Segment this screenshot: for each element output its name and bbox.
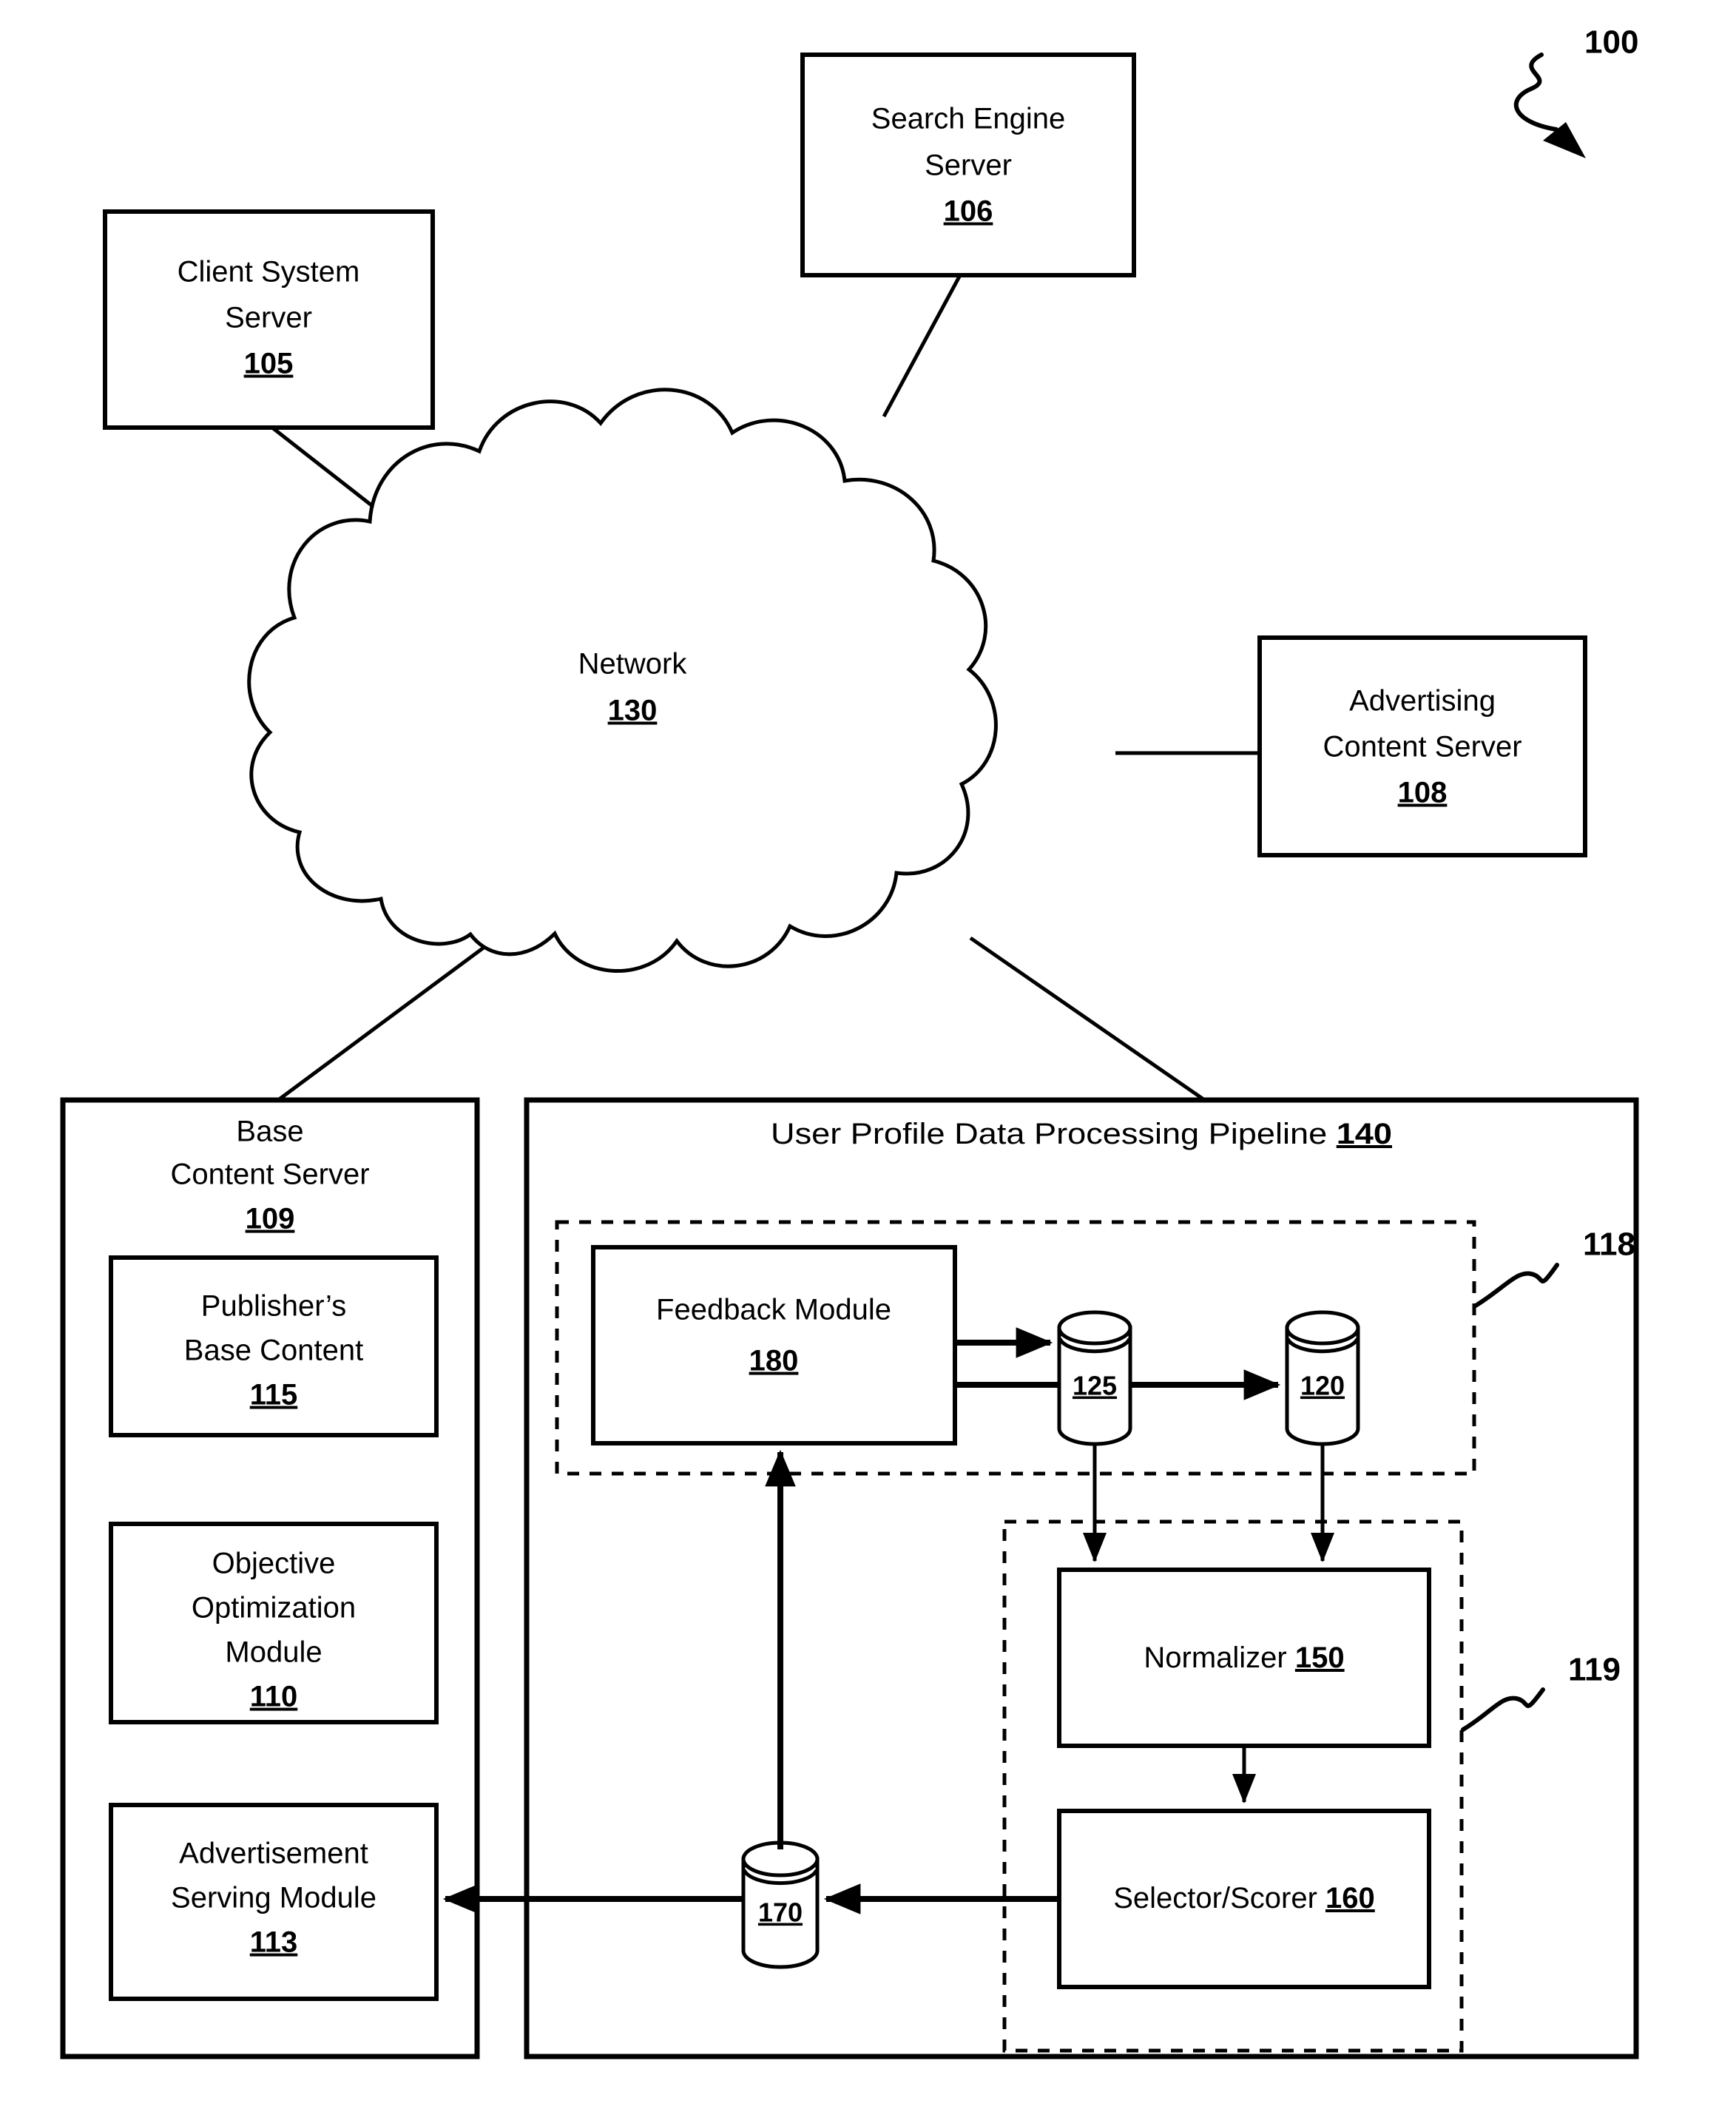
data-store-170-ref: 170 [758,1897,803,1928]
objective-optimization-module-line3: Module [225,1636,322,1669]
advertising-content-server-line1: Advertising [1349,685,1496,718]
figure-canvas: 100 Network 130 Client System Server 105… [0,0,1736,2112]
search-engine-server-line1: Search Engine [871,103,1065,135]
pipeline-ref: 140 [1337,1118,1392,1150]
base-content-server-panel[interactable]: Base Content Server 109 Publisher’s Base… [60,1097,480,2059]
advertising-content-server-box[interactable]: Advertising Content Server 108 [1257,635,1587,857]
data-store-125[interactable]: 125 [1057,1310,1132,1446]
normalizer-box[interactable]: Normalizer 150 [1057,1568,1431,1748]
data-store-120[interactable]: 120 [1285,1310,1360,1446]
figure-number: 100 [1584,24,1638,61]
group-119-ref: 119 [1568,1652,1621,1688]
pipeline-title: User Profile Data Processing Pipeline 14… [771,1118,1392,1150]
group-118-ref: 118 [1583,1227,1635,1263]
feedback-module-label: Feedback Module [656,1294,891,1326]
objective-optimization-module-ref: 110 [250,1681,298,1713]
client-system-server-line1: Client System [178,256,360,289]
data-store-120-ref: 120 [1300,1371,1345,1401]
network-cloud: Network 130 [247,388,998,973]
search-engine-server-box[interactable]: Search Engine Server 106 [800,53,1136,277]
link-search-to-network [882,274,962,418]
selector-scorer-label: Selector/Scorer 160 [1113,1882,1375,1914]
base-content-server-line2: Content Server [170,1158,369,1191]
advertising-content-server-ref: 108 [1398,777,1448,809]
figure-reference-100: 100 [1513,24,1638,158]
data-store-120-top [1285,1310,1360,1346]
client-system-server-ref: 105 [244,348,294,380]
advertisement-serving-module-ref: 113 [250,1926,298,1959]
advertising-content-server-line2: Content Server [1323,731,1521,763]
publishers-base-content-line2: Base Content [184,1335,363,1367]
selector-scorer-box[interactable]: Selector/Scorer 160 [1057,1809,1431,1989]
objective-optimization-module-line2: Optimization [192,1592,356,1625]
client-system-server-line2: Server [225,302,312,334]
advertisement-serving-module-box[interactable]: Advertisement Serving Module 113 [109,1803,439,2001]
data-store-125-ref: 125 [1073,1371,1117,1401]
link-network-to-pipeline [969,936,1207,1103]
search-engine-server-ref: 106 [944,195,993,228]
cloud-shape [247,388,998,973]
base-content-server-ref: 109 [246,1203,295,1235]
normalizer-label: Normalizer 150 [1144,1642,1344,1674]
advertisement-serving-module-line1: Advertisement [179,1838,368,1870]
client-system-server-box[interactable]: Client System Server 105 [103,209,435,430]
publishers-base-content-ref: 115 [250,1379,298,1411]
objective-optimization-module-box[interactable]: Objective Optimization Module 110 [109,1522,439,1724]
link-network-to-basecontent [274,939,494,1104]
feedback-module-box[interactable]: Feedback Module 180 [591,1245,957,1445]
system-diagram-svg: 100 Network 130 Client System Server 105… [60,24,1639,2059]
search-engine-server-line2: Server [925,149,1012,182]
network-ref: 130 [608,695,658,727]
data-store-125-top [1057,1310,1132,1346]
publishers-base-content-box[interactable]: Publisher’s Base Content 115 [109,1255,439,1437]
base-content-server-line1: Base [236,1116,303,1148]
objective-optimization-module-line1: Objective [212,1548,336,1580]
network-label: Network [578,648,688,681]
publishers-base-content-line1: Publisher’s [201,1290,346,1323]
normalizer-ref: 150 [1295,1642,1345,1674]
selector-scorer-ref: 160 [1325,1882,1375,1914]
feedback-module-ref: 180 [749,1345,799,1377]
advertisement-serving-module-line2: Serving Module [171,1882,376,1914]
data-store-170[interactable]: 170 [741,1841,820,1969]
